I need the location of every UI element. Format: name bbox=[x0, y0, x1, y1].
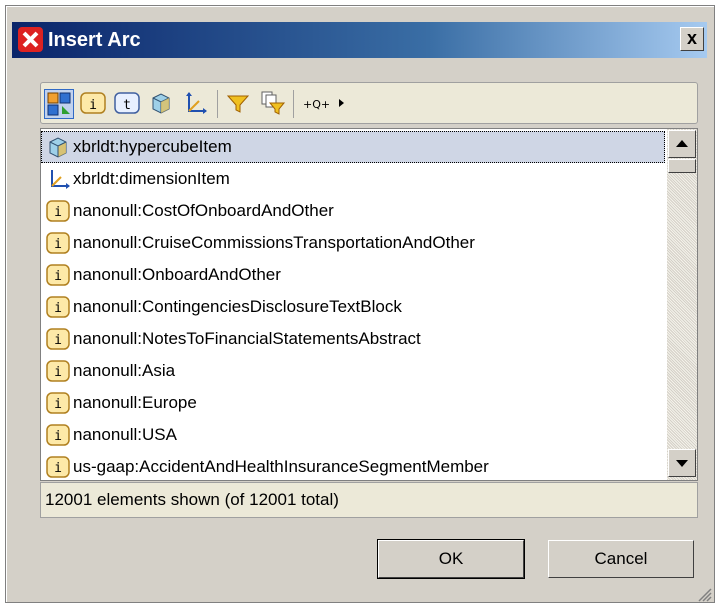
resize-grip-icon[interactable] bbox=[694, 584, 712, 602]
show-all-icon bbox=[47, 92, 71, 116]
svg-text:+Q+: +Q+ bbox=[303, 98, 330, 111]
list-item[interactable]: i nanonull:CostOfOnboardAndOther bbox=[41, 195, 665, 227]
item-filter-button[interactable]: i bbox=[79, 89, 109, 119]
list-item[interactable]: i nanonull:NotesToFinancialStatementsAbs… bbox=[41, 323, 665, 355]
hypercube-filter-button[interactable] bbox=[147, 89, 177, 119]
list-item-label: nanonull:CostOfOnboardAndOther bbox=[73, 201, 334, 220]
svg-text:i: i bbox=[54, 301, 62, 316]
item-icon: i bbox=[80, 92, 106, 114]
list-item[interactable]: i nanonull:Europe bbox=[41, 387, 665, 419]
close-button[interactable]: x bbox=[680, 27, 704, 51]
svg-text:i: i bbox=[54, 205, 62, 220]
tuple-icon: t bbox=[114, 92, 140, 114]
item-icon: i bbox=[46, 232, 70, 254]
item-icon: i bbox=[46, 264, 70, 286]
status-bar: 12001 elements shown (of 12001 total) bbox=[40, 482, 698, 518]
namespace-prefix-toggle-button[interactable]: +Q+ bbox=[299, 89, 355, 119]
hypercube-icon bbox=[49, 137, 67, 158]
toolbar-separator bbox=[217, 90, 218, 118]
item-icon: i bbox=[46, 296, 70, 318]
list-item[interactable]: i us-gaap:AccidentAndHealthInsuranceSegm… bbox=[41, 451, 665, 480]
list-item-label: nanonull:NotesToFinancialStatementsAbstr… bbox=[73, 329, 421, 348]
item-icon: i bbox=[46, 392, 70, 414]
svg-text:i: i bbox=[54, 237, 62, 252]
namespace-prefix-toggle-icon: +Q+ bbox=[303, 98, 344, 111]
list-item-label: nanonull:Europe bbox=[73, 393, 197, 412]
svg-text:i: i bbox=[54, 397, 62, 412]
list-item-label: nanonull:CruiseCommissionsTransportation… bbox=[73, 233, 475, 252]
arrow-down-icon bbox=[676, 460, 688, 467]
dimension-filter-button[interactable] bbox=[181, 89, 211, 119]
svg-text:t: t bbox=[123, 98, 131, 113]
filter-options-icon bbox=[261, 91, 286, 115]
item-icon: i bbox=[46, 424, 70, 446]
list-item[interactable]: i nanonull:CruiseCommissionsTransportati… bbox=[41, 227, 665, 259]
item-icon: i bbox=[46, 456, 70, 478]
scroll-up-button[interactable] bbox=[668, 130, 696, 158]
app-icon bbox=[18, 27, 43, 52]
dimension-icon bbox=[186, 92, 207, 114]
list-item[interactable]: xbrldt:dimensionItem bbox=[41, 163, 665, 195]
toolbar: i t +Q+ bbox=[40, 82, 698, 124]
arrow-up-icon bbox=[676, 140, 688, 147]
list-item[interactable]: i nanonull:OnboardAndOther bbox=[41, 259, 665, 291]
dimension-icon bbox=[51, 170, 70, 189]
list-item[interactable]: xbrldt:hypercubeItem bbox=[41, 131, 665, 163]
filter-button[interactable] bbox=[224, 89, 254, 119]
list-item-label: xbrldt:hypercubeItem bbox=[73, 137, 232, 156]
item-icon: i bbox=[46, 200, 70, 222]
element-list[interactable]: xbrldt:hypercubeItem xbrldt:dimensionIte… bbox=[40, 128, 698, 481]
svg-text:i: i bbox=[54, 461, 62, 476]
svg-text:i: i bbox=[54, 429, 62, 444]
scroll-down-button[interactable] bbox=[668, 449, 696, 477]
title-bar[interactable]: Insert Arc x bbox=[12, 22, 707, 58]
item-icon: i bbox=[46, 328, 70, 350]
scroll-thumb[interactable] bbox=[668, 159, 696, 173]
list-item-label: nanonull:ContingenciesDisclosureTextBloc… bbox=[73, 297, 402, 316]
svg-text:i: i bbox=[54, 333, 62, 348]
item-icon: i bbox=[46, 360, 70, 382]
list-item[interactable]: i nanonull:Asia bbox=[41, 355, 665, 387]
list-item[interactable]: i nanonull:ContingenciesDisclosureTextBl… bbox=[41, 291, 665, 323]
list-item-label: nanonull:OnboardAndOther bbox=[73, 265, 281, 284]
svg-text:i: i bbox=[89, 98, 97, 113]
vertical-scrollbar[interactable] bbox=[667, 129, 697, 480]
list-item[interactable]: i nanonull:USA bbox=[41, 419, 665, 451]
show-all-button[interactable] bbox=[44, 89, 74, 119]
dialog-title: Insert Arc bbox=[48, 29, 141, 51]
cancel-button[interactable]: Cancel bbox=[548, 540, 694, 578]
ok-button[interactable]: OK bbox=[377, 539, 525, 579]
filter-options-button[interactable] bbox=[258, 89, 288, 119]
list-item-label: xbrldt:dimensionItem bbox=[73, 169, 230, 188]
hypercube-icon bbox=[152, 93, 170, 114]
list-item-label: nanonull:Asia bbox=[73, 361, 176, 380]
svg-text:i: i bbox=[54, 269, 62, 284]
toolbar-separator bbox=[293, 90, 294, 118]
tuple-filter-button[interactable]: t bbox=[113, 89, 143, 119]
list-item-label: us-gaap:AccidentAndHealthInsuranceSegmen… bbox=[73, 457, 489, 476]
filter-icon bbox=[226, 95, 250, 113]
svg-text:i: i bbox=[54, 365, 62, 380]
list-item-label: nanonull:USA bbox=[73, 425, 177, 444]
